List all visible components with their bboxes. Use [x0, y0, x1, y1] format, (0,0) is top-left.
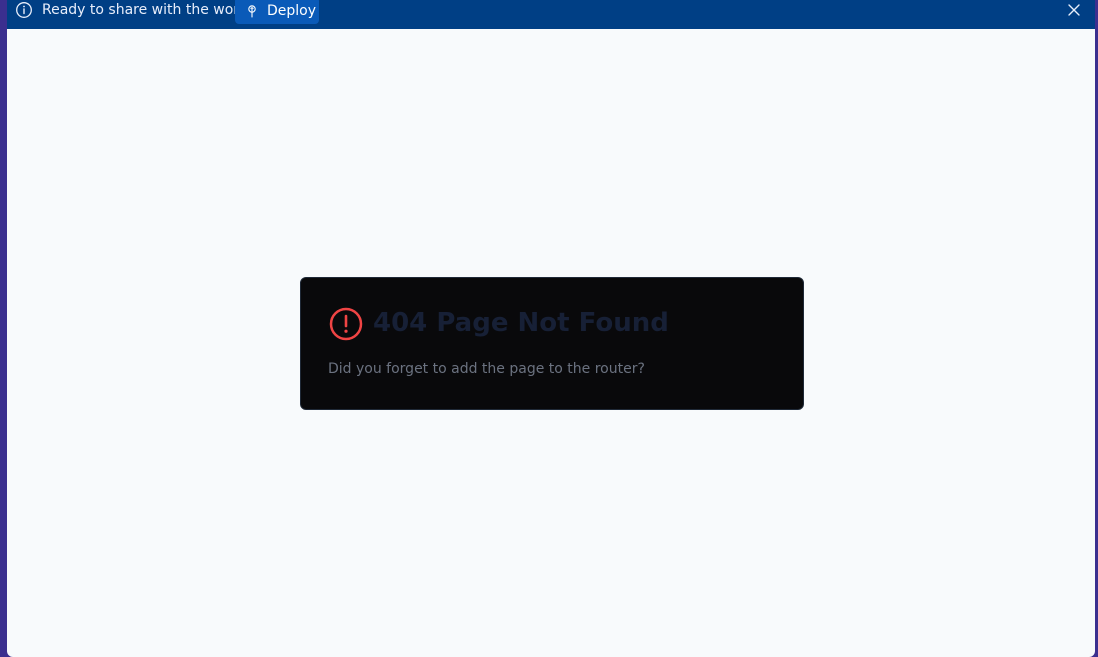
deploy-banner: Ready to share with the world? Deploy	[7, 0, 1095, 29]
not-found-card: 404 Page Not Found Did you forget to add…	[300, 277, 804, 410]
info-icon	[16, 2, 32, 18]
alert-circle-icon	[329, 307, 363, 341]
banner-message: Ready to share with the world?	[42, 2, 260, 18]
deploy-icon	[248, 4, 256, 18]
error-message: Did you forget to add the page to the ro…	[328, 361, 645, 377]
deploy-button-label: Deploy	[267, 2, 317, 19]
page-title: 404 Page Not Found	[373, 308, 669, 338]
close-icon[interactable]	[1065, 1, 1083, 19]
app-window: Ready to share with the world? Deploy 40…	[7, 0, 1095, 657]
deploy-button[interactable]: Deploy	[235, 0, 319, 24]
